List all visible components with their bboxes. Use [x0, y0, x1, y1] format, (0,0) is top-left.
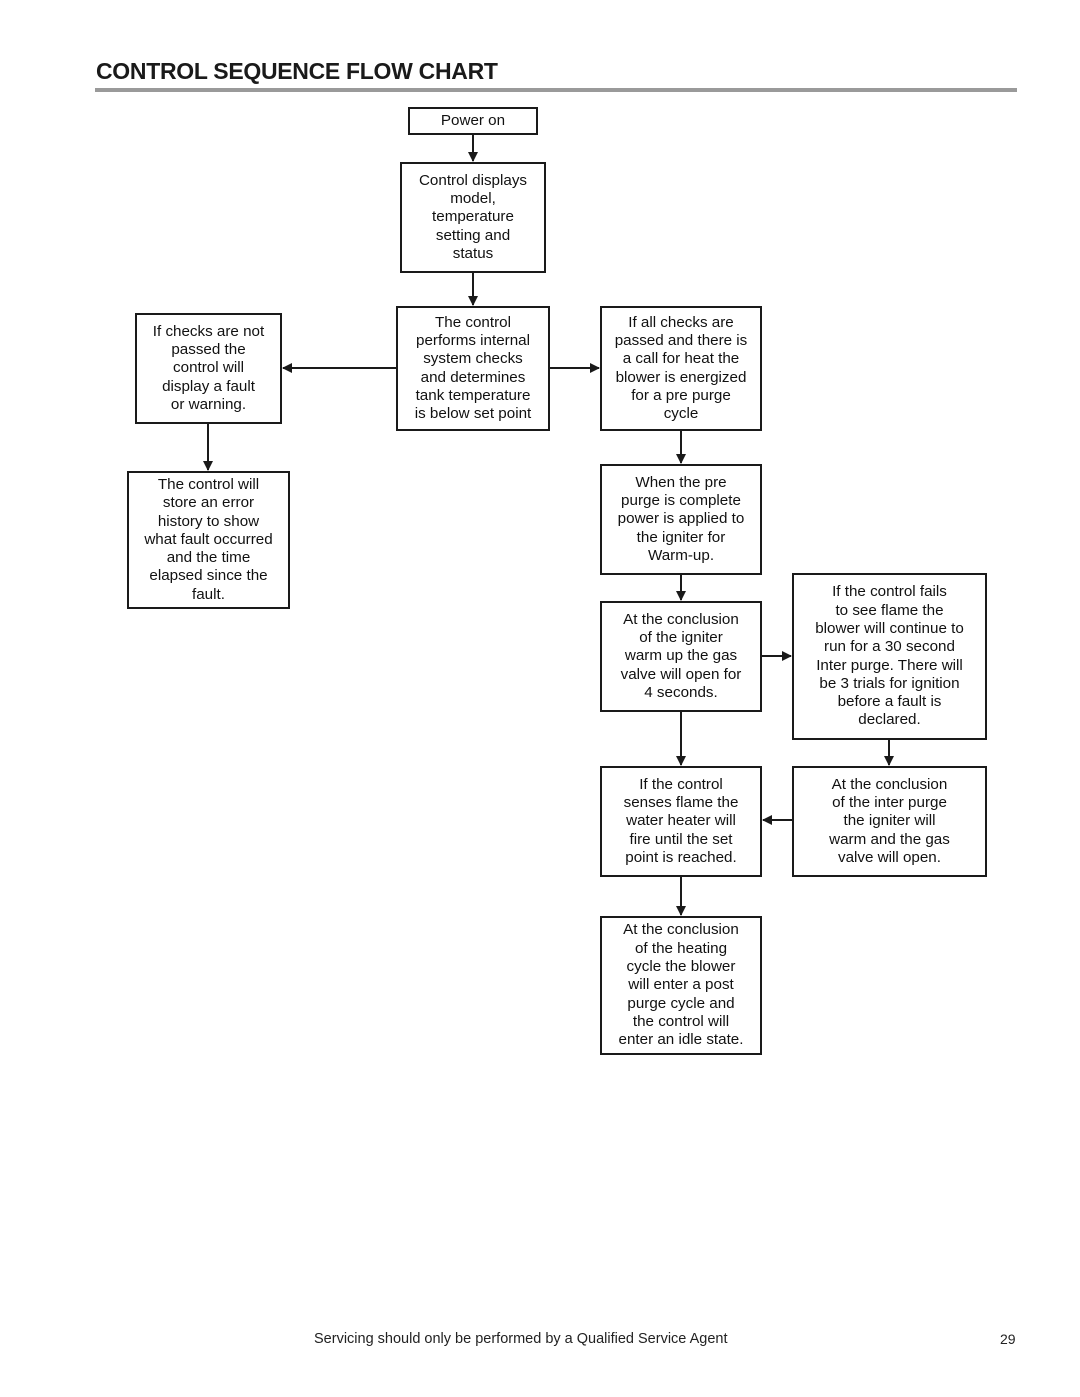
node-fail-flame: If the control fails to see flame the bl… — [792, 573, 987, 740]
page-number: 29 — [1000, 1331, 1016, 1347]
node-control-displays: Control displays model, temperature sett… — [400, 162, 546, 273]
node-pre-purge: If all checks are passed and there is a … — [600, 306, 762, 431]
node-error-history: The control will store an error history … — [127, 471, 290, 609]
node-gas-valve-open: At the conclusion of the igniter warm up… — [600, 601, 762, 712]
node-senses-flame: If the control senses flame the water he… — [600, 766, 762, 877]
footer-notice: Servicing should only be performed by a … — [314, 1331, 728, 1347]
node-igniter-warmup: When the pre purge is complete power is … — [600, 464, 762, 575]
node-inter-purge-end: At the conclusion of the inter purge the… — [792, 766, 987, 877]
node-internal-checks: The control performs internal system che… — [396, 306, 550, 431]
node-post-purge: At the conclusion of the heating cycle t… — [600, 916, 762, 1055]
node-fault-warning: If checks are not passed the control wil… — [135, 313, 282, 424]
node-power-on: Power on — [408, 107, 538, 135]
